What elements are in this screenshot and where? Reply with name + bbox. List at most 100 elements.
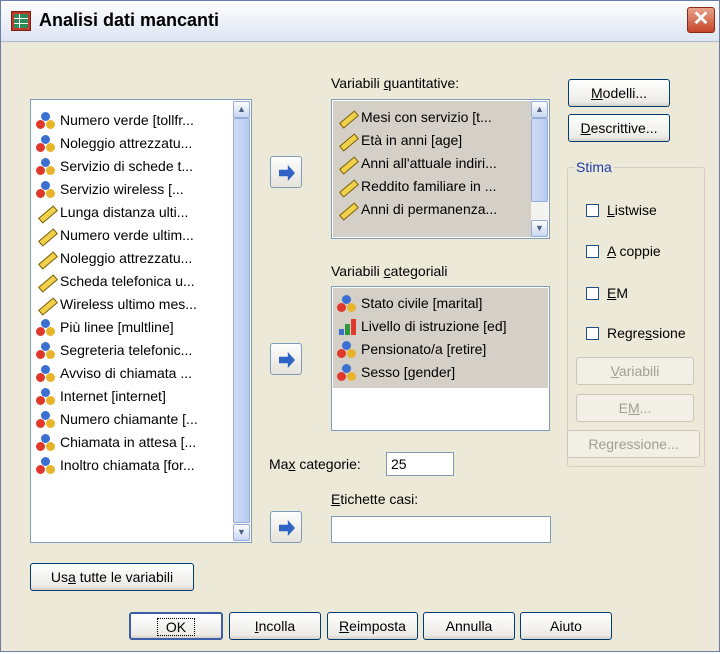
listwise-checkbox[interactable]: Listwise [586, 202, 657, 218]
list-item[interactable]: Più linee [multline] [32, 316, 233, 339]
pairwise-checkbox[interactable]: A coppie [586, 243, 661, 259]
quantitative-list-scrollbar[interactable]: ▲ ▼ [531, 101, 548, 237]
list-item[interactable]: Chiamata in attesa [... [32, 431, 233, 454]
use-all-variables-button[interactable]: Usa tutte le variabili [30, 563, 194, 591]
title-bar: Analisi dati mancanti ✕ [1, 1, 719, 42]
case-labels-input[interactable] [331, 516, 551, 543]
list-item-label: Mesi con servizio [t... [361, 109, 492, 125]
help-button[interactable]: Aiuto [520, 612, 612, 640]
quantitative-variable-list[interactable]: Mesi con servizio [t... Età in anni [age]… [331, 99, 550, 239]
regression-options-button[interactable]: Regressione... [567, 430, 700, 458]
list-item[interactable]: Internet [internet] [32, 385, 233, 408]
nominal-variable-icon [36, 180, 56, 199]
checkbox-box[interactable] [586, 244, 599, 258]
nominal-variable-icon [36, 410, 56, 429]
right-arrow-icon [279, 165, 295, 181]
scale-variable-icon [337, 201, 357, 219]
list-item-label: Noleggio attrezzatu... [60, 135, 193, 151]
list-item[interactable]: Stato civile [marital] [333, 292, 548, 315]
move-to-quantitative-button[interactable] [270, 156, 302, 188]
list-item[interactable]: Livello di istruzione [ed] [333, 315, 548, 338]
nominal-variable-icon [337, 363, 357, 382]
scroll-up-icon[interactable]: ▲ [531, 101, 548, 118]
list-item[interactable]: Pensionato/a [retire] [333, 338, 548, 361]
list-item[interactable]: Reddito familiare in ... [333, 175, 531, 198]
nominal-variable-icon [36, 111, 56, 130]
list-item-label: Internet [internet] [60, 388, 166, 404]
scale-variable-icon [337, 155, 357, 173]
list-item-label: Scheda telefonica u... [60, 273, 195, 289]
list-item[interactable]: Età in anni [age] [333, 129, 531, 152]
nominal-variable-icon [36, 433, 56, 452]
list-item-label: Più linee [multline] [60, 319, 174, 335]
list-item[interactable]: Segreteria telefonic... [32, 339, 233, 362]
move-to-categorical-button[interactable] [270, 343, 302, 375]
variables-button[interactable]: Variabili [576, 357, 694, 385]
scale-variable-icon [36, 273, 56, 291]
checkbox-box[interactable] [586, 326, 599, 340]
models-button[interactable]: Modelli... [568, 79, 670, 107]
scale-variable-icon [337, 178, 357, 196]
list-item-label: Noleggio attrezzatu... [60, 250, 193, 266]
max-categories-input[interactable]: 25 [386, 452, 454, 476]
paste-button[interactable]: Incolla [229, 612, 321, 640]
nominal-variable-icon [36, 157, 56, 176]
nominal-variable-icon [36, 134, 56, 153]
list-item-label: Pensionato/a [retire] [361, 341, 487, 357]
categorical-variable-list[interactable]: Stato civile [marital] Livello di istruzi… [331, 286, 550, 431]
list-item[interactable]: Inoltro chiamata [for... [32, 454, 233, 477]
scroll-down-icon[interactable]: ▼ [531, 220, 548, 237]
list-item[interactable]: Noleggio attrezzatu... [32, 247, 233, 270]
scroll-down-icon[interactable]: ▼ [233, 524, 250, 541]
checkbox-box[interactable] [586, 286, 599, 300]
max-categories-label: Max categorie: [269, 456, 361, 472]
scale-variable-icon [337, 132, 357, 150]
ok-button[interactable]: OK [129, 612, 223, 640]
close-button[interactable]: ✕ [687, 7, 715, 33]
list-item-label: Servizio wireless [... [60, 181, 184, 197]
checkbox-box[interactable] [586, 203, 599, 217]
cancel-button[interactable]: Annulla [423, 612, 515, 640]
em-checkbox[interactable]: EM [586, 285, 628, 301]
list-item-label: Inoltro chiamata [for... [60, 457, 195, 473]
list-item-label: Anni di permanenza... [361, 201, 498, 217]
list-item[interactable]: Numero chiamante [... [32, 408, 233, 431]
right-arrow-icon [279, 352, 295, 368]
list-item-label: Segreteria telefonic... [60, 342, 193, 358]
categorical-label: Variabili categoriali [331, 263, 448, 279]
reset-button[interactable]: Reimposta [327, 612, 418, 640]
list-item[interactable]: Scheda telefonica u... [32, 270, 233, 293]
list-item[interactable]: Anni all'attuale indiri... [333, 152, 531, 175]
list-item[interactable]: Lunga distanza ulti... [32, 201, 233, 224]
list-item[interactable]: Servizio wireless [... [32, 178, 233, 201]
list-item[interactable]: Sesso [gender] [333, 361, 548, 384]
scroll-up-icon[interactable]: ▲ [233, 101, 250, 118]
dialog-title: Analisi dati mancanti [39, 10, 220, 30]
descriptives-button[interactable]: Descrittive... [568, 114, 670, 142]
list-item-label: Numero verde ultim... [60, 227, 194, 243]
list-item[interactable]: Avviso di chiamata ... [32, 362, 233, 385]
list-item[interactable]: Anni di permanenza... [333, 198, 531, 221]
list-item[interactable]: Numero verde ultim... [32, 224, 233, 247]
scroll-thumb[interactable] [233, 118, 250, 523]
list-item-label: Servizio di schede t... [60, 158, 194, 174]
ordinal-variable-icon [337, 318, 357, 336]
em-options-button[interactable]: EM... [576, 394, 694, 422]
dialog-window: Analisi dati mancanti ✕ Numero verde [to… [0, 0, 720, 652]
scale-variable-icon [36, 227, 56, 245]
scroll-thumb[interactable] [531, 118, 548, 202]
nominal-variable-icon [36, 364, 56, 383]
regression-checkbox[interactable]: Regressione [586, 325, 686, 341]
list-item-label: Numero chiamante [... [60, 411, 198, 427]
nominal-variable-icon [36, 456, 56, 475]
list-item[interactable]: Servizio di schede t... [32, 155, 233, 178]
source-list-scrollbar[interactable]: ▲ ▼ [233, 101, 250, 541]
source-variable-list[interactable]: Numero verde [tollfr... Noleggio attrezza… [30, 99, 252, 543]
move-to-case-labels-button[interactable] [270, 511, 302, 543]
list-item[interactable]: Numero verde [tollfr... [32, 109, 233, 132]
list-item[interactable]: Mesi con servizio [t... [333, 106, 531, 129]
nominal-variable-icon [337, 294, 357, 313]
list-item[interactable]: Noleggio attrezzatu... [32, 132, 233, 155]
list-item[interactable]: Wireless ultimo mes... [32, 293, 233, 316]
list-item-label: Reddito familiare in ... [361, 178, 497, 194]
